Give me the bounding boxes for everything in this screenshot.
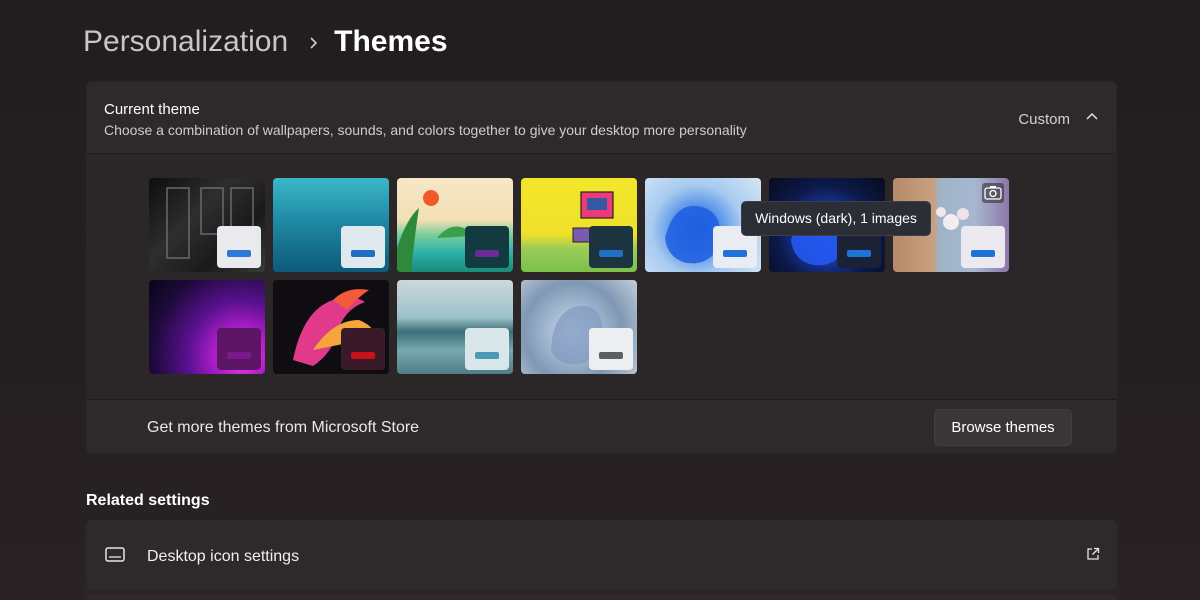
current-theme-header[interactable]: Current theme Choose a combination of wa…	[87, 82, 1116, 154]
theme-gallery: Windows (dark), 1 images	[87, 154, 1116, 399]
page-title: Themes	[334, 25, 448, 58]
theme-tile-sunrise[interactable]	[397, 280, 513, 374]
theme-tile-flow[interactable]	[521, 280, 637, 374]
desktop-icon-settings-row[interactable]: Desktop icon settings	[86, 520, 1117, 590]
current-theme-card: Current theme Choose a combination of wa…	[86, 81, 1117, 454]
theme-tile-captured-motion[interactable]	[273, 280, 389, 374]
theme-tile-dark-text[interactable]	[149, 178, 265, 272]
store-row: Get more themes from Microsoft Store Bro…	[87, 399, 1116, 453]
next-settings-row[interactable]	[86, 594, 1117, 600]
theme-tile-glow[interactable]	[149, 280, 265, 374]
browse-themes-button[interactable]: Browse themes	[934, 409, 1072, 446]
current-theme-value: Custom	[1018, 111, 1070, 128]
related-settings-title: Related settings	[86, 492, 210, 509]
breadcrumb: Personalization Themes	[83, 22, 448, 62]
theme-tile-underwater[interactable]	[273, 178, 389, 272]
store-label: Get more themes from Microsoft Store	[147, 419, 420, 436]
current-theme-title: Current theme	[104, 101, 200, 118]
theme-tooltip: Windows (dark), 1 images	[741, 201, 931, 236]
external-link-icon	[1086, 547, 1100, 561]
current-theme-subtitle: Choose a combination of wallpapers, soun…	[104, 122, 747, 138]
chevron-up-icon[interactable]	[1085, 110, 1099, 124]
theme-tile-retro-computer[interactable]	[521, 178, 637, 272]
breadcrumb-parent[interactable]: Personalization	[83, 25, 288, 59]
camera-icon	[982, 183, 1004, 203]
chevron-right-icon	[308, 37, 318, 49]
theme-tile-glow-landscape[interactable]	[397, 178, 513, 272]
desktop-icon-settings-label: Desktop icon settings	[147, 548, 300, 565]
desktop-icon	[104, 546, 126, 564]
